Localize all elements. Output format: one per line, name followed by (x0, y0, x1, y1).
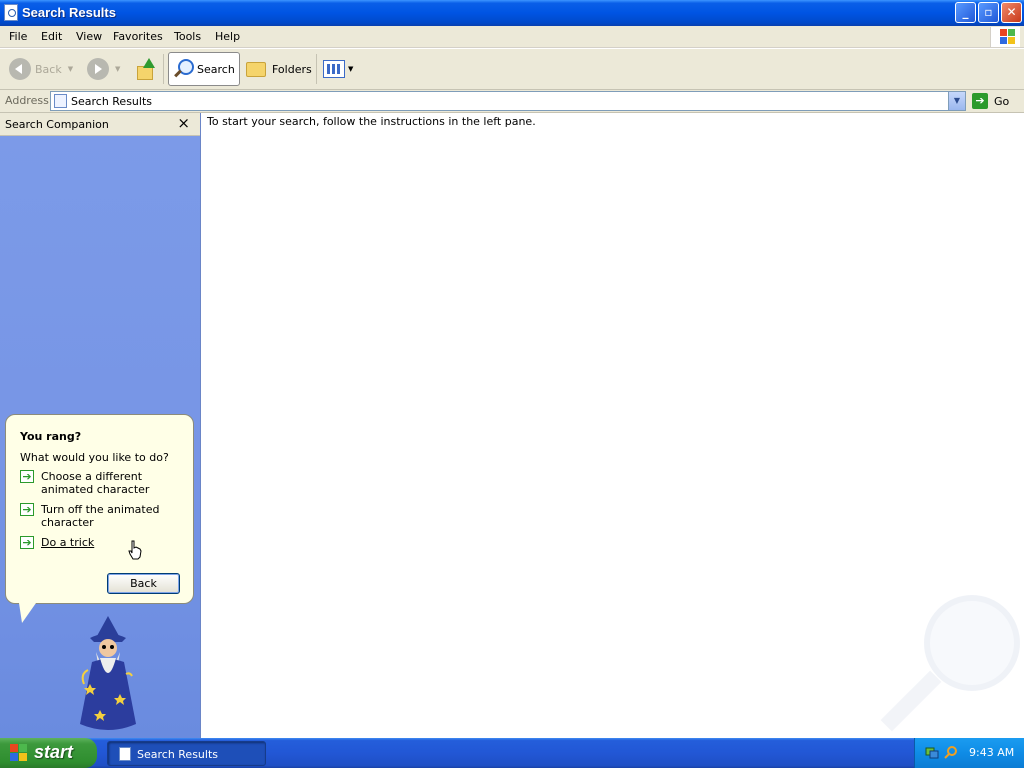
go-arrow-icon: ➔ (972, 93, 988, 109)
address-value: Search Results (71, 95, 153, 108)
pane-header: Search Companion × (0, 113, 200, 136)
network-icon[interactable] (925, 745, 939, 759)
address-dropdown-button[interactable]: ▼ (948, 92, 965, 110)
chevron-down-icon: ▼ (348, 65, 354, 73)
address-bar: Address Search Results ▼ ➔ Go (0, 90, 1024, 113)
toolbar-divider (316, 54, 317, 84)
assistant-balloon: You rang? What would you like to do? ➔ C… (5, 414, 194, 604)
back-arrow-icon (9, 58, 31, 80)
search-page-icon (54, 94, 67, 108)
option-choose-character[interactable]: ➔ Choose a different animated character (20, 470, 185, 496)
maximize-button[interactable]: ▫ (978, 2, 999, 23)
green-arrow-icon: ➔ (20, 470, 34, 483)
close-button[interactable]: ✕ (1001, 2, 1022, 23)
search-button[interactable]: Search (168, 52, 240, 86)
green-arrow-icon: ➔ (20, 536, 34, 549)
windows-logo-icon (990, 27, 1020, 47)
title-bar[interactable]: Search Results _ ▫ ✕ (0, 0, 1024, 26)
start-label: start (34, 742, 74, 762)
instructions-text: To start your search, follow the instruc… (207, 115, 536, 128)
option-turn-off-character[interactable]: ➔ Turn off the animated character (20, 503, 185, 529)
chevron-down-icon[interactable]: ▼ (115, 65, 120, 73)
go-label: Go (994, 94, 1010, 108)
menu-edit[interactable]: Edit (41, 30, 62, 43)
chevron-down-icon[interactable]: ▼ (68, 65, 73, 73)
search-results-pane: To start your search, follow the instruc… (202, 113, 1024, 738)
toolbar-divider (163, 54, 164, 84)
address-label: Address (5, 94, 49, 107)
search-watermark-icon (880, 595, 1020, 732)
option-do-trick[interactable]: ➔ Do a trick (20, 536, 185, 549)
green-arrow-icon: ➔ (20, 503, 34, 516)
search-page-icon (119, 747, 131, 761)
views-button[interactable]: ▼ (323, 52, 353, 86)
menu-view[interactable]: View (76, 30, 102, 43)
menu-file[interactable]: File (9, 30, 27, 43)
search-icon[interactable] (944, 745, 958, 759)
menu-favorites[interactable]: Favorites (113, 30, 163, 43)
balloon-back-button[interactable]: Back (107, 573, 180, 594)
window-title: Search Results (22, 5, 116, 20)
search-label: Search (197, 62, 235, 76)
go-button[interactable]: ➔ Go (972, 92, 1022, 110)
option-label: Do a trick (41, 536, 95, 549)
toolbar: Back ▼ ▼ Search Folders ▼ (0, 49, 1024, 90)
forward-arrow-icon (87, 58, 109, 80)
balloon-tail (19, 603, 36, 623)
task-label: Search Results (137, 748, 219, 761)
start-button[interactable]: start (0, 738, 97, 768)
menu-bar: File Edit View Favorites Tools Help (0, 26, 1024, 48)
taskbar: start Search Results 9:43 AM (0, 738, 1024, 768)
hand-cursor-icon (128, 540, 142, 560)
search-icon (173, 59, 194, 79)
back-label: Back (35, 62, 62, 76)
close-icon[interactable]: × (177, 114, 190, 132)
windows-flag-icon (10, 744, 28, 762)
menu-tools[interactable]: Tools (174, 30, 201, 43)
balloon-question: What would you like to do? (20, 451, 169, 464)
search-window-icon[interactable] (4, 4, 18, 21)
minimize-button[interactable]: _ (955, 2, 976, 23)
folder-icon (246, 61, 266, 77)
balloon-title: You rang? (20, 430, 82, 443)
forward-button[interactable]: ▼ (87, 52, 120, 86)
option-label: Turn off the animated character (41, 503, 160, 529)
back-button[interactable]: Back ▼ (9, 52, 73, 86)
system-tray: 9:43 AM (914, 738, 1024, 768)
views-icon (323, 60, 345, 78)
up-folder-icon (135, 58, 157, 80)
option-label: Choose a different animated character (41, 470, 150, 496)
taskbar-item-search-results[interactable]: Search Results (107, 741, 266, 766)
wizard-character-icon[interactable] (70, 614, 146, 734)
address-input[interactable]: Search Results ▼ (50, 91, 966, 111)
folders-label: Folders (272, 62, 312, 76)
pane-title: Search Companion (5, 118, 109, 131)
clock[interactable]: 9:43 AM (969, 746, 1014, 759)
folders-button[interactable]: Folders (242, 52, 312, 86)
up-folder-button[interactable] (135, 52, 157, 86)
menu-help[interactable]: Help (215, 30, 240, 43)
